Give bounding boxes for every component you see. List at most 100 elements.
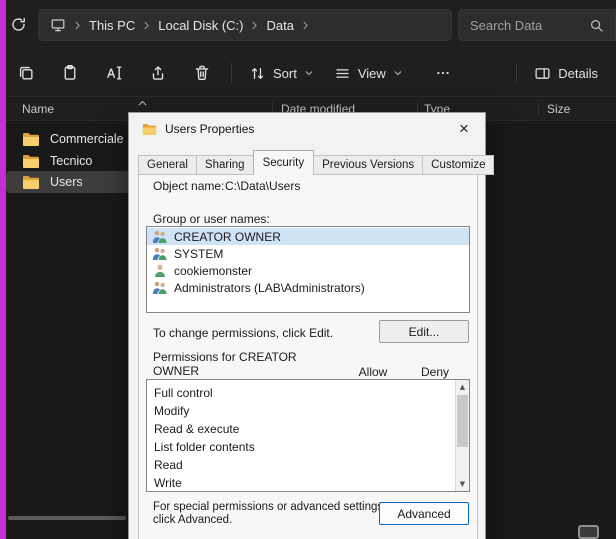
- dialog-title: Users Properties: [165, 122, 254, 136]
- view-icon: [334, 65, 351, 82]
- paste-button[interactable]: [48, 57, 92, 89]
- ellipsis-icon: [435, 65, 451, 81]
- explorer-window: This PC Local Disk (C:) Data Search Data: [0, 0, 616, 539]
- permission-name: Read & execute: [154, 422, 239, 436]
- user-icon: [151, 264, 168, 277]
- command-toolbar: Sort View Details: [0, 50, 616, 97]
- toolbar-separator: [516, 63, 517, 83]
- object-name-label: Object name:: [153, 179, 224, 193]
- this-pc-icon: [50, 17, 66, 33]
- permission-row-full-control[interactable]: Full control: [147, 384, 469, 402]
- refresh-icon: [10, 16, 27, 33]
- object-name-value: C:\Data\Users: [225, 179, 300, 193]
- chevron-down-icon: [393, 68, 403, 78]
- edit-hint: To change permissions, click Edit.: [153, 326, 333, 340]
- copy-icon: [17, 64, 35, 82]
- permission-name: Modify: [154, 404, 189, 418]
- refresh-button[interactable]: [10, 16, 27, 33]
- chevron-down-icon: [304, 68, 314, 78]
- scroll-up-icon[interactable]: ▲: [456, 381, 469, 393]
- group-icon: [151, 230, 168, 243]
- search-input[interactable]: Search Data: [458, 9, 616, 41]
- vertical-scrollbar[interactable]: ▲ ▼: [455, 380, 469, 491]
- view-button[interactable]: View: [324, 58, 413, 89]
- principal-row-system[interactable]: SYSTEM: [147, 245, 469, 262]
- close-button[interactable]: ×: [452, 118, 476, 140]
- advanced-button[interactable]: Advanced: [379, 502, 469, 525]
- sort-ascending-icon: [138, 100, 147, 106]
- permission-name: Write: [154, 476, 182, 490]
- permission-row-write[interactable]: Write: [147, 474, 469, 492]
- permission-name: Read: [154, 458, 183, 472]
- details-button[interactable]: Details: [524, 58, 608, 89]
- scrollbar-thumb[interactable]: [457, 395, 468, 447]
- tab-security[interactable]: Security: [253, 150, 315, 175]
- column-size[interactable]: Size: [547, 102, 570, 116]
- deny-column-header: Deny: [413, 365, 457, 379]
- permission-name: Full control: [154, 386, 213, 400]
- chevron-right-icon[interactable]: [301, 21, 310, 30]
- tab-previous-versions[interactable]: Previous Versions: [313, 155, 423, 175]
- principal-row-creator-owner[interactable]: CREATOR OWNER: [147, 228, 469, 245]
- tab-strip: General Sharing Security Previous Versio…: [138, 150, 494, 175]
- tab-sharing[interactable]: Sharing: [196, 155, 254, 175]
- address-bar[interactable]: This PC Local Disk (C:) Data: [38, 9, 452, 41]
- allow-column-header: Allow: [351, 365, 395, 379]
- share-icon: [149, 64, 167, 82]
- tab-customize[interactable]: Customize: [422, 155, 494, 175]
- more-options-button[interactable]: [425, 58, 461, 88]
- share-button[interactable]: [136, 57, 180, 89]
- delete-button[interactable]: [180, 57, 224, 89]
- chevron-right-icon[interactable]: [142, 21, 151, 30]
- column-divider: [538, 102, 539, 115]
- permissions-list: Full control Modify Read & execute List …: [146, 379, 470, 492]
- group-names-label: Group or user names:: [153, 212, 270, 226]
- users-properties-dialog: Users Properties × General Sharing Secur…: [128, 112, 486, 539]
- principal-name: Administrators (LAB\Administrators): [174, 281, 365, 295]
- permissions-label: Permissions for CREATOR OWNER: [153, 351, 311, 378]
- permission-name: List folder contents: [154, 440, 255, 454]
- file-name: Tecnico: [50, 154, 92, 168]
- chevron-right-icon[interactable]: [250, 21, 259, 30]
- paste-icon: [61, 64, 79, 82]
- details-pane-icon: [534, 65, 551, 82]
- principal-name: SYSTEM: [174, 247, 223, 261]
- file-name: Users: [50, 175, 83, 189]
- rename-icon: [105, 64, 123, 82]
- sort-button[interactable]: Sort: [239, 58, 324, 89]
- principal-row-cookiemonster[interactable]: cookiemonster: [147, 262, 469, 279]
- principal-name: cookiemonster: [174, 264, 252, 278]
- breadcrumb-local-disk-c[interactable]: Local Disk (C:): [158, 18, 243, 33]
- breadcrumb-data[interactable]: Data: [266, 18, 293, 33]
- permission-row-read-execute[interactable]: Read & execute: [147, 420, 469, 438]
- advanced-hint: For special permissions or advanced sett…: [153, 501, 387, 527]
- folder-icon: [22, 154, 40, 168]
- search-placeholder: Search Data: [470, 18, 542, 33]
- file-name: Commerciale: [50, 132, 124, 146]
- folder-icon: [22, 132, 40, 146]
- group-icon: [151, 247, 168, 260]
- permission-row-read[interactable]: Read: [147, 456, 469, 474]
- trash-icon: [193, 64, 211, 82]
- column-name[interactable]: Name: [22, 102, 54, 116]
- dialog-titlebar: Users Properties: [142, 122, 254, 136]
- folder-icon: [22, 175, 40, 189]
- details-label: Details: [558, 66, 598, 81]
- principal-row-administrators[interactable]: Administrators (LAB\Administrators): [147, 279, 469, 296]
- permission-row-list-folder-contents[interactable]: List folder contents: [147, 438, 469, 456]
- scroll-down-icon[interactable]: ▼: [456, 478, 469, 490]
- chevron-right-icon[interactable]: [73, 21, 82, 30]
- horizontal-scrollbar[interactable]: [8, 516, 126, 520]
- sort-label: Sort: [273, 66, 297, 81]
- status-bar-icon[interactable]: [578, 525, 599, 539]
- rename-button[interactable]: [92, 57, 136, 89]
- toolbar-separator: [231, 63, 232, 83]
- navigation-bar: This PC Local Disk (C:) Data Search Data: [0, 0, 616, 50]
- breadcrumb-this-pc[interactable]: This PC: [89, 18, 135, 33]
- copy-button[interactable]: [4, 57, 48, 89]
- search-icon: [589, 18, 604, 33]
- tab-general[interactable]: General: [138, 155, 197, 175]
- view-label: View: [358, 66, 386, 81]
- permission-row-modify[interactable]: Modify: [147, 402, 469, 420]
- edit-button[interactable]: Edit...: [379, 320, 469, 343]
